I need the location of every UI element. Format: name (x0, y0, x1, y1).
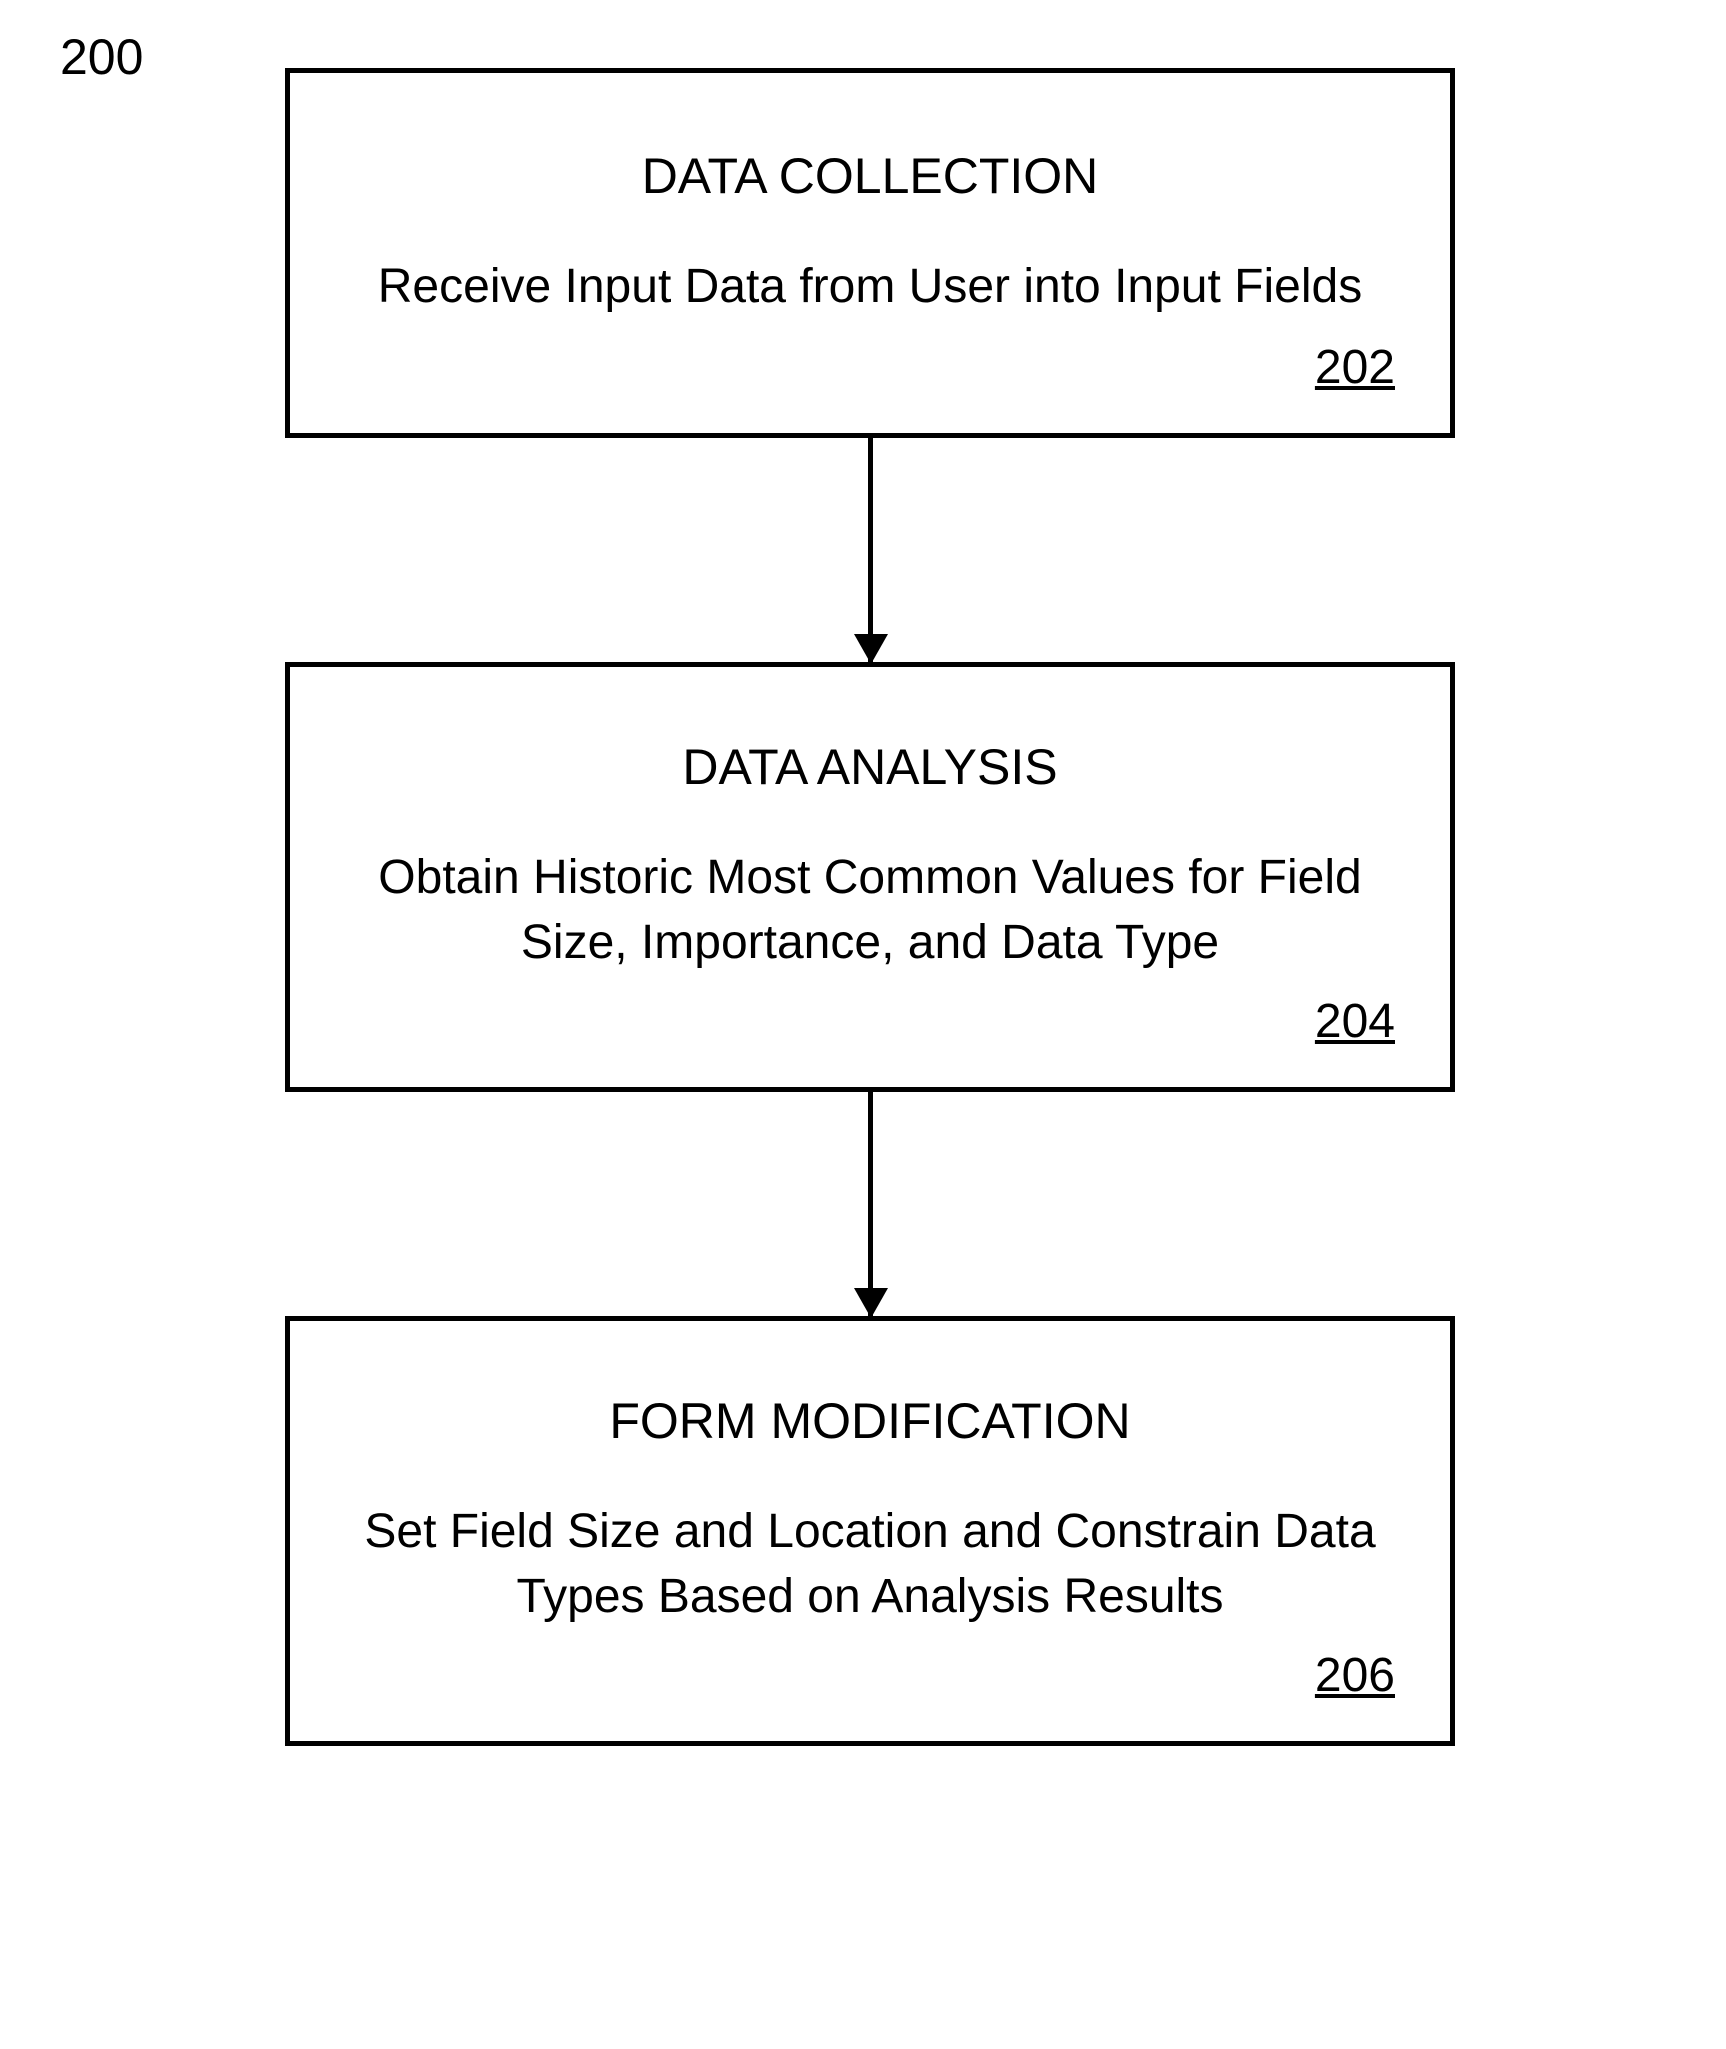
step-title: DATA COLLECTION (642, 147, 1099, 205)
step-title: FORM MODIFICATION (609, 1392, 1130, 1450)
step-reference-number: 204 (1315, 994, 1395, 1049)
flowchart-figure: 200 DATA COLLECTION Receive Input Data f… (0, 0, 1726, 2049)
arrow-down-icon (868, 1092, 873, 1316)
step-box-data-analysis: DATA ANALYSIS Obtain Historic Most Commo… (285, 662, 1455, 1092)
step-box-data-collection: DATA COLLECTION Receive Input Data from … (285, 68, 1455, 438)
step-reference-number: 206 (1315, 1648, 1395, 1703)
arrow-down-icon (868, 438, 873, 662)
figure-number-label: 200 (60, 28, 143, 86)
step-description: Set Field Size and Location and Constrai… (340, 1500, 1400, 1630)
step-reference-number: 202 (1315, 340, 1395, 395)
step-title: DATA ANALYSIS (682, 738, 1057, 796)
step-box-form-modification: FORM MODIFICATION Set Field Size and Loc… (285, 1316, 1455, 1746)
step-description: Receive Input Data from User into Input … (378, 255, 1362, 320)
flowchart-column: DATA COLLECTION Receive Input Data from … (280, 68, 1460, 1746)
step-description: Obtain Historic Most Common Values for F… (340, 846, 1400, 976)
